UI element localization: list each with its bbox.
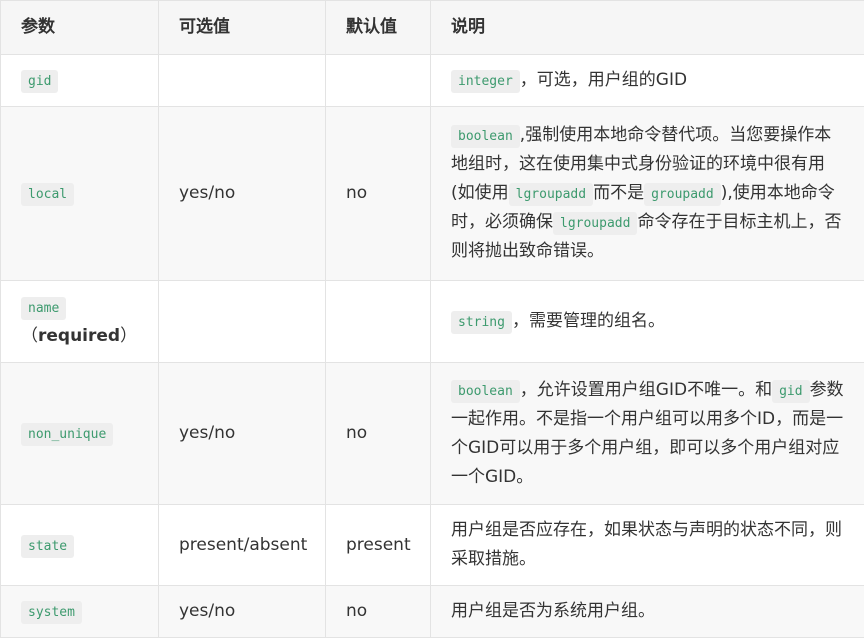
param-cell: state <box>0 504 159 586</box>
param-note-open: （ <box>21 325 38 346</box>
default-cell: no <box>325 362 431 505</box>
param-code: gid <box>21 70 59 93</box>
inline-code: lgroupadd <box>553 212 638 235</box>
description-text: ，需要管理的组名。 <box>511 311 665 331</box>
header-description: 说明 <box>430 0 864 55</box>
header-options: 可选值 <box>158 0 326 55</box>
table-row: name （required） string ，需要管理的组名。 <box>0 280 864 363</box>
default-cell: present <box>325 504 431 586</box>
param-note-close: ） <box>120 325 138 346</box>
param-cell: local <box>0 106 159 281</box>
table-row: gid integer ，可选，用户组的GID <box>0 54 864 107</box>
param-code: name <box>21 296 67 320</box>
table-row: non_unique yes/no no boolean ，允许设置用户组GID不… <box>0 362 864 505</box>
description-cell: string ，需要管理的组名。 <box>430 280 864 363</box>
param-code: non_unique <box>21 423 114 446</box>
type-code: boolean <box>451 379 520 403</box>
description-cell: integer ，可选，用户组的GID <box>430 54 864 107</box>
description-text: 而不是 <box>593 183 645 203</box>
inline-code: groupadd <box>644 183 721 206</box>
description-cell: boolean ，允许设置用户组GID不唯一。和 gid 参数一起作用。不是指一个用户… <box>430 362 864 505</box>
type-code: boolean <box>451 125 520 148</box>
header-default: 默认值 <box>325 0 431 55</box>
table-row: state present/absent present 用户组是否应存在，如果… <box>0 504 864 586</box>
description-cell: 用户组是否为系统用户组。 <box>430 585 864 638</box>
description-cell: boolean ,强制使用本地命令替代项。当您要操作本地组时，这在使用集中式身份验… <box>430 106 864 281</box>
param-cell: system <box>0 585 159 638</box>
options-cell: yes/no <box>158 585 326 638</box>
table-row: local yes/no no boolean ,强制使用本地命令替代项。当您要操… <box>0 106 864 281</box>
table-row: system yes/no no 用户组是否为系统用户组。 <box>0 585 864 638</box>
description-text: ，可选，用户组的GID <box>519 70 688 90</box>
default-cell: no <box>325 585 431 638</box>
required-label: required <box>38 325 121 346</box>
options-cell <box>158 280 326 363</box>
param-code: state <box>21 534 75 558</box>
description-text: 用户组是否应存在，如果状态与声明的状态不同，则采取措施。 <box>451 520 842 569</box>
parameters-table: 参数 可选值 默认值 说明 gid integer ，可选，用户组的GID loc… <box>0 0 864 638</box>
param-code: system <box>21 601 82 624</box>
inline-code: lgroupadd <box>508 183 594 206</box>
type-code: string <box>451 311 512 334</box>
options-cell: yes/no <box>158 106 326 281</box>
default-cell <box>325 280 431 363</box>
param-cell: non_unique <box>0 362 159 505</box>
param-cell: gid <box>0 54 159 107</box>
header-param: 参数 <box>0 0 159 55</box>
type-code: integer <box>451 70 520 93</box>
description-text: ，允许设置用户组GID不唯一。和 <box>519 379 773 400</box>
param-code: local <box>21 183 75 206</box>
options-cell: yes/no <box>158 362 326 505</box>
description-text: 用户组是否为系统用户组。 <box>451 601 655 621</box>
default-cell: no <box>325 106 431 281</box>
param-cell: name （required） <box>0 280 159 363</box>
options-cell: present/absent <box>158 504 326 586</box>
inline-code: gid <box>772 379 810 403</box>
options-cell <box>158 54 326 107</box>
table-header-row: 参数 可选值 默认值 说明 <box>0 0 864 55</box>
default-cell <box>325 54 431 107</box>
description-cell: 用户组是否应存在，如果状态与声明的状态不同，则采取措施。 <box>430 504 864 586</box>
